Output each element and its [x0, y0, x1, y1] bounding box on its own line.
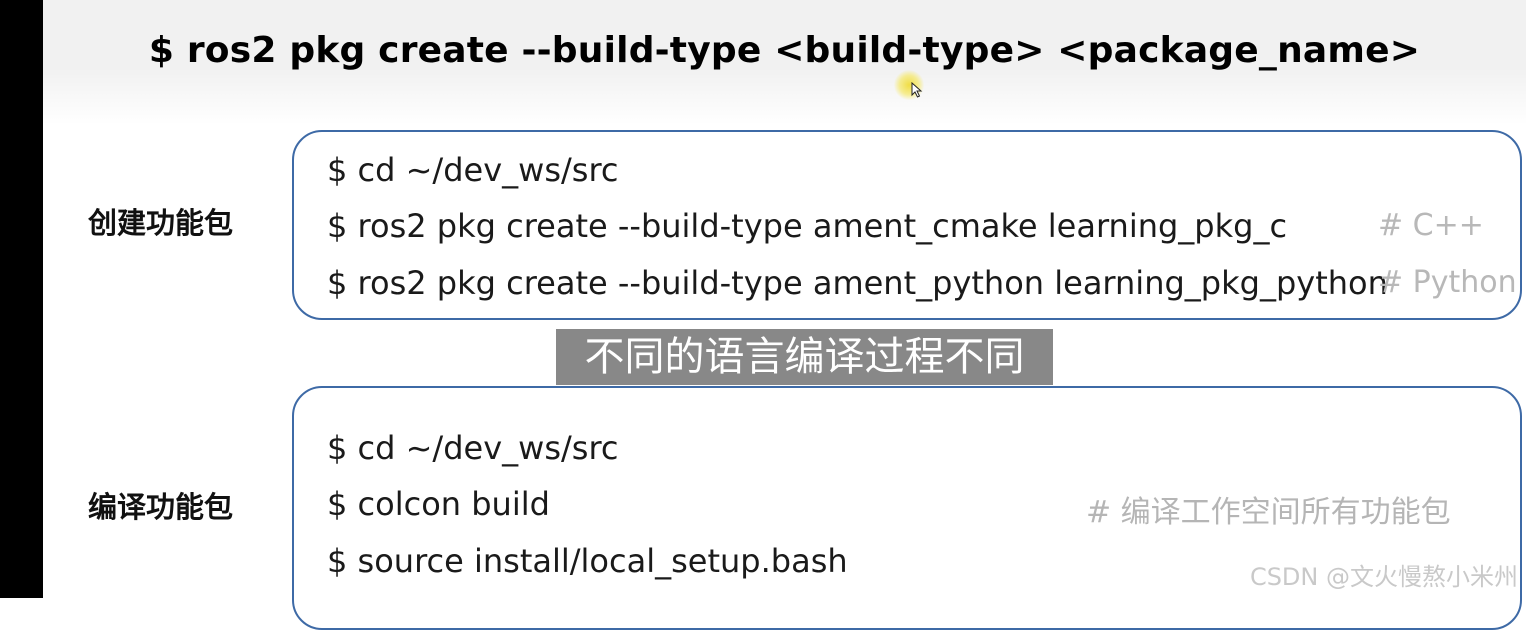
mouse-pointer-icon [894, 70, 924, 100]
page-title: $ ros2 pkg create --build-type <build-ty… [148, 30, 1421, 71]
create-line-cmake: $ ros2 pkg create --build-type ament_cma… [327, 207, 1288, 245]
left-black-bar [0, 0, 43, 598]
build-line-source: $ source install/local_setup.bash [327, 542, 848, 580]
build-line-colcon: $ colcon build [327, 485, 550, 523]
create-line-python: $ ros2 pkg create --build-type ament_pyt… [327, 264, 1388, 302]
create-package-label: 创建功能包 [88, 206, 234, 240]
comment-python: # Python [1378, 265, 1517, 300]
comment-cpp: # C++ [1378, 208, 1484, 243]
comment-build-all: # 编译工作空间所有功能包 [1086, 495, 1451, 530]
build-package-label: 编译功能包 [88, 490, 234, 524]
video-subtitle: 不同的语言编译过程不同 [556, 329, 1053, 385]
build-line-cd: $ cd ~/dev_ws/src [327, 429, 619, 467]
create-line-cd: $ cd ~/dev_ws/src [327, 151, 619, 189]
csdn-watermark: CSDN @文火慢熬小米州 [1249, 563, 1518, 591]
